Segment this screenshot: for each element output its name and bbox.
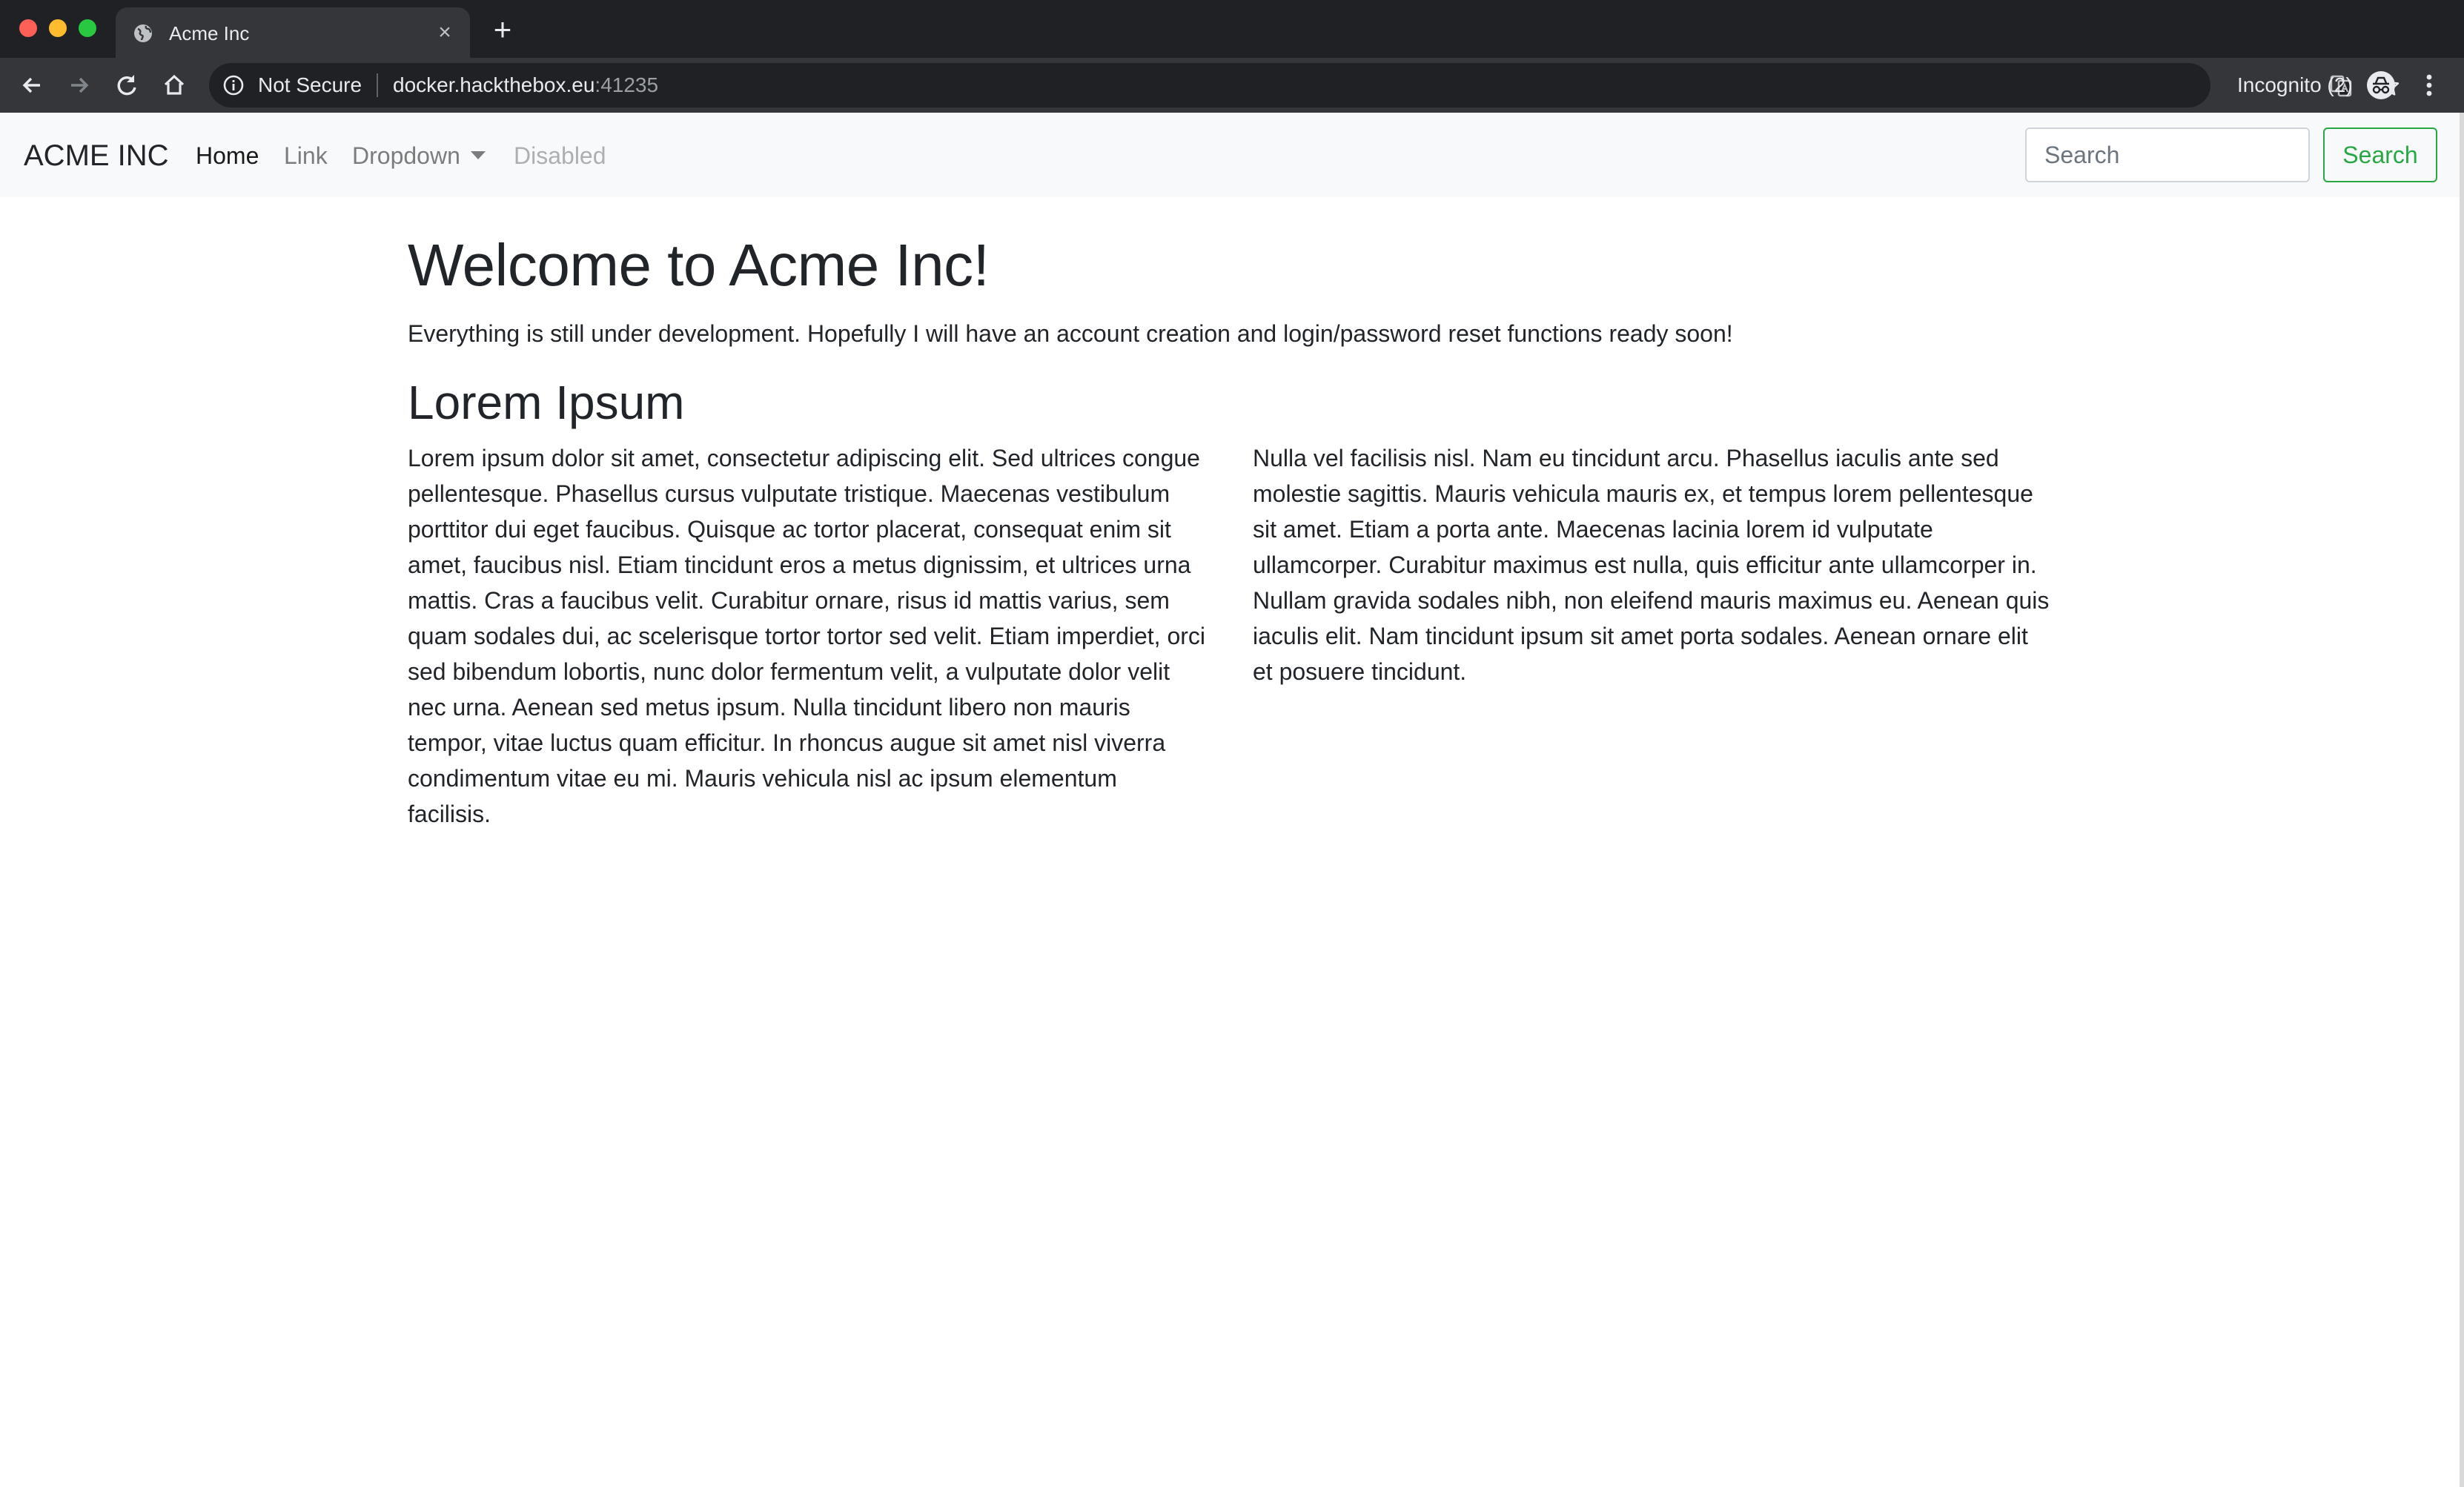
kebab-menu-icon[interactable] (2418, 70, 2440, 100)
paragraph-right: Nulla vel facilisis nisl. Nam eu tincidu… (1253, 445, 2050, 685)
browser-tab-bar: Acme Inc × + (0, 0, 2464, 58)
forward-arrow-icon[interactable] (65, 71, 93, 99)
search-input[interactable] (2025, 127, 2310, 182)
window-edge (2460, 113, 2464, 1487)
browser-tab[interactable]: Acme Inc × (116, 7, 470, 58)
globe-icon (134, 24, 152, 42)
url-text[interactable]: docker.hackthebox.eu:41235 (393, 73, 658, 98)
back-arrow-icon[interactable] (18, 71, 46, 99)
dropdown-label: Dropdown (352, 142, 460, 169)
search-button[interactable]: Search (2323, 127, 2437, 182)
tab-close-icon[interactable]: × (433, 21, 457, 44)
security-label[interactable]: Not Secure (258, 73, 362, 98)
browser-toolbar: Not Secure docker.hackthebox.eu:41235 In… (0, 58, 2464, 113)
nav-item-disabled: Disabled (514, 142, 606, 169)
incognito-label[interactable]: Incognito (2) (2237, 73, 2353, 98)
nav-item-dropdown[interactable]: Dropdown (352, 141, 486, 170)
info-icon[interactable] (222, 74, 245, 96)
nav-item-link[interactable]: Link (284, 141, 328, 170)
home-icon[interactable] (160, 71, 188, 99)
site-navbar: ACME INC Home Link Dropdown Disabled Sea… (0, 113, 2464, 197)
tab-title: Acme Inc (169, 22, 250, 44)
intro-text: Everything is still under development. H… (408, 320, 1733, 347)
paragraph-left: Lorem ipsum dolor sit amet, consectetur … (408, 445, 1206, 827)
main-content: Welcome to Acme Inc! Everything is still… (408, 230, 2061, 832)
brand-logo[interactable]: ACME INC (24, 138, 169, 173)
incognito-icon[interactable] (2366, 70, 2396, 100)
nav-item-home[interactable]: Home (196, 141, 259, 170)
reload-icon[interactable] (113, 71, 141, 99)
text-columns: Lorem ipsum dolor sit amet, consectetur … (408, 440, 2061, 832)
section-heading: Lorem Ipsum (408, 376, 685, 429)
url-host: docker.hackthebox.eu (393, 73, 595, 96)
window-close-button[interactable] (19, 19, 37, 37)
new-tab-icon[interactable]: + (489, 14, 516, 45)
address-separator (377, 73, 378, 97)
page-title: Welcome to Acme Inc! (408, 232, 990, 298)
window-zoom-button[interactable] (79, 19, 96, 37)
caret-down-icon (470, 151, 486, 159)
url-port: :41235 (595, 73, 659, 96)
window-minimize-button[interactable] (49, 19, 67, 37)
address-bar[interactable]: Not Secure docker.hackthebox.eu:41235 (209, 63, 2400, 107)
